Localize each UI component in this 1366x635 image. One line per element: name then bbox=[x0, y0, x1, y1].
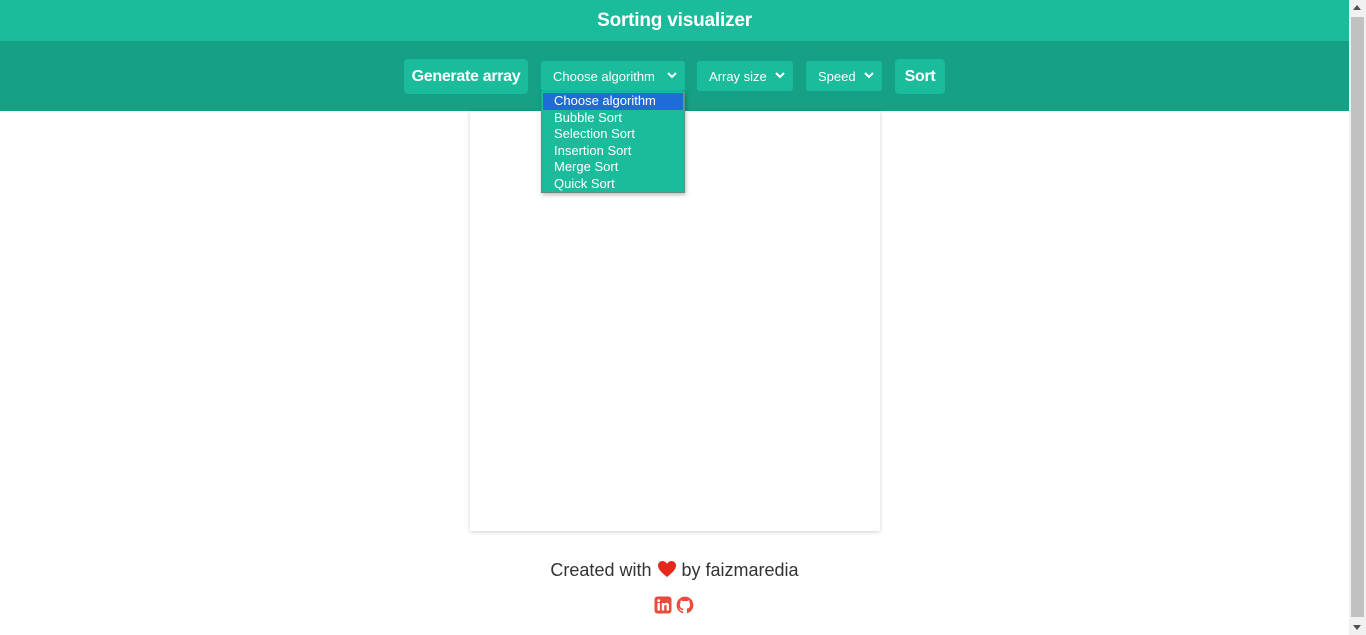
page: Sorting visualizer Generate array Choose… bbox=[0, 0, 1349, 635]
scrollbar-thumb[interactable] bbox=[1351, 17, 1364, 617]
footer-prefix: Created with bbox=[550, 560, 652, 580]
algorithm-option-choose[interactable]: Choose algorithm bbox=[543, 93, 683, 110]
chevron-down-icon bbox=[667, 72, 677, 79]
algorithm-dropdown-list: Choose algorithm Bubble Sort Selection S… bbox=[541, 91, 685, 193]
algorithm-option-selection-sort[interactable]: Selection Sort bbox=[542, 126, 684, 143]
title-bar: Sorting visualizer bbox=[0, 0, 1349, 41]
page-title: Sorting visualizer bbox=[597, 9, 752, 31]
algorithm-select-value: Choose algorithm bbox=[553, 68, 655, 84]
sort-button[interactable]: Sort bbox=[895, 59, 945, 94]
algorithm-option-insertion-sort[interactable]: Insertion Sort bbox=[542, 143, 684, 160]
vertical-scrollbar[interactable] bbox=[1349, 0, 1366, 635]
speed-select[interactable]: Speed bbox=[806, 61, 882, 91]
algorithm-option-bubble-sort[interactable]: Bubble Sort bbox=[542, 110, 684, 127]
footer-suffix: by faizmaredia bbox=[681, 560, 799, 580]
scroll-down-icon[interactable] bbox=[1353, 625, 1361, 630]
scroll-up-icon[interactable] bbox=[1353, 5, 1361, 10]
speed-select-value: Speed bbox=[818, 68, 856, 84]
linkedin-icon[interactable] bbox=[654, 596, 672, 614]
social-links bbox=[654, 596, 694, 614]
chevron-down-icon bbox=[864, 72, 874, 79]
algorithm-option-merge-sort[interactable]: Merge Sort bbox=[542, 159, 684, 176]
algorithm-option-quick-sort[interactable]: Quick Sort bbox=[542, 176, 684, 193]
github-icon[interactable] bbox=[676, 596, 694, 614]
chevron-down-icon bbox=[775, 72, 785, 79]
generate-array-button[interactable]: Generate array bbox=[404, 59, 528, 94]
footer-credit: Created with by faizmaredia bbox=[0, 560, 1349, 581]
array-size-select-value: Array size bbox=[709, 68, 767, 84]
algorithm-select[interactable]: Choose algorithm bbox=[541, 61, 685, 91]
array-size-select[interactable]: Array size bbox=[697, 61, 793, 91]
heart-icon bbox=[657, 561, 676, 577]
